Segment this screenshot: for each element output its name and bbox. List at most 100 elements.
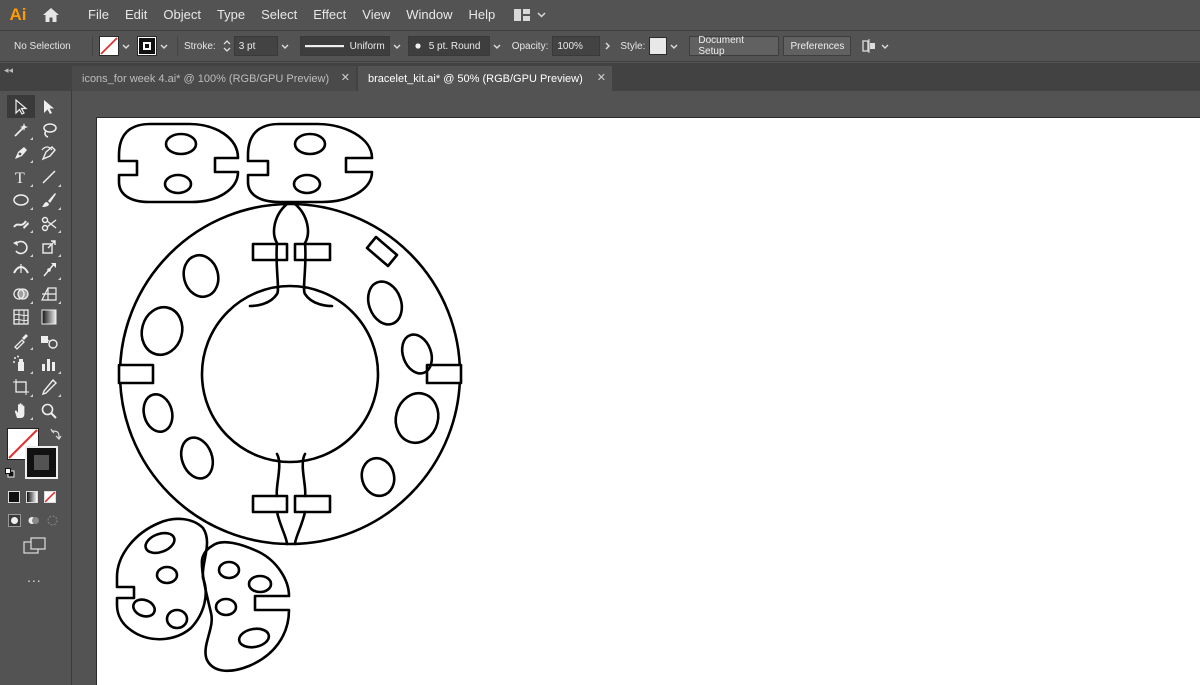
arrange-panel-button[interactable] xyxy=(861,38,889,54)
magic-wand-tool-button[interactable] xyxy=(7,118,35,141)
width-tool-button[interactable] xyxy=(7,259,35,282)
style-dropdown[interactable] xyxy=(667,36,681,56)
chevron-down-icon xyxy=(670,44,678,49)
gradient-tool-button[interactable] xyxy=(35,306,63,329)
mesh-tool-button[interactable] xyxy=(7,306,35,329)
bracelet-artwork[interactable] xyxy=(97,118,517,685)
menu-select[interactable]: Select xyxy=(253,0,305,29)
close-icon[interactable]: ✕ xyxy=(341,71,350,84)
menu-object[interactable]: Object xyxy=(155,0,209,29)
direct-selection-tool-button[interactable] xyxy=(35,95,63,118)
blend-tool-button[interactable] xyxy=(35,329,63,352)
stroke-swatch-black[interactable] xyxy=(25,446,58,479)
preferences-button[interactable]: Preferences xyxy=(783,36,852,56)
chevron-down-icon xyxy=(281,44,289,49)
scale-icon xyxy=(42,240,56,254)
bracelet-ring[interactable] xyxy=(117,202,463,546)
puppet-warp-tool-button[interactable] xyxy=(35,259,63,282)
bead-piece-top-left[interactable] xyxy=(117,122,240,204)
menu-effect[interactable]: Effect xyxy=(305,0,354,29)
ellipse-tool-button[interactable] xyxy=(7,189,35,212)
rotate-tool-button[interactable] xyxy=(7,235,35,258)
rotate-icon xyxy=(13,240,28,255)
artboard-icon xyxy=(13,379,29,396)
menu-window[interactable]: Window xyxy=(398,0,460,29)
stroke-dropdown[interactable] xyxy=(157,36,171,56)
tab-icons-for-week-4[interactable]: icons_for week 4.ai* @ 100% (RGB/GPU Pre… xyxy=(72,66,356,91)
edit-toolbar-button[interactable]: ... xyxy=(27,569,42,585)
menu-help[interactable]: Help xyxy=(460,0,503,29)
hand-tool-button[interactable] xyxy=(7,399,35,422)
fill-swatch[interactable] xyxy=(99,36,119,56)
opacity-expand[interactable] xyxy=(600,36,614,56)
width-icon xyxy=(13,264,29,274)
default-fill-stroke-icon[interactable] xyxy=(5,468,15,478)
selection-tool-button[interactable] xyxy=(7,95,35,119)
stroke-swatch[interactable] xyxy=(137,36,157,56)
gradient-button[interactable] xyxy=(26,491,38,503)
stroke-weight-stepper[interactable] xyxy=(220,36,234,56)
hand-icon xyxy=(14,403,25,418)
arrange-documents-button[interactable] xyxy=(513,8,546,22)
variable-width-profile[interactable]: Uniform xyxy=(299,36,390,56)
fill-stroke-widget xyxy=(5,428,63,484)
magic-wand-icon xyxy=(14,123,28,137)
fill-dropdown[interactable] xyxy=(119,36,133,56)
curvature-tool-button[interactable] xyxy=(35,142,63,165)
brush-dropdown[interactable] xyxy=(490,36,504,56)
opacity-field[interactable]: 100% xyxy=(552,36,601,56)
artboard[interactable] xyxy=(97,118,1200,685)
canvas-area[interactable] xyxy=(72,91,1200,685)
scissors-tool-button[interactable] xyxy=(35,212,63,235)
paintbrush-tool-button[interactable] xyxy=(35,189,63,212)
graphic-style-swatch[interactable] xyxy=(649,37,668,55)
shape-builder-tool-button[interactable] xyxy=(7,282,35,305)
color-button[interactable] xyxy=(8,491,20,503)
draw-normal-icon[interactable] xyxy=(8,514,21,527)
artboard-tool-button[interactable] xyxy=(7,376,35,399)
menu-file[interactable]: File xyxy=(80,0,117,29)
draw-inside-icon[interactable] xyxy=(46,514,59,527)
slice-tool-button[interactable] xyxy=(35,376,63,399)
menu-items: File Edit Object Type Select Effect View… xyxy=(80,0,503,29)
eyedropper-tool-button[interactable] xyxy=(7,329,35,352)
menu-edit[interactable]: Edit xyxy=(117,0,155,29)
zoom-tool-button[interactable] xyxy=(35,399,63,422)
line-segment-icon xyxy=(42,170,56,184)
stroke-weight-field[interactable]: 3 pt xyxy=(233,36,278,56)
blend-icon xyxy=(41,335,58,349)
screen-mode-icon[interactable] xyxy=(23,537,47,555)
stroke-weight-dropdown[interactable] xyxy=(278,36,292,56)
menu-view[interactable]: View xyxy=(354,0,398,29)
symbol-sprayer-tool-button[interactable] xyxy=(7,352,35,375)
document-setup-button[interactable]: Document Setup xyxy=(689,35,780,57)
line-segment-tool-button[interactable] xyxy=(35,165,63,188)
shaper-tool-button[interactable] xyxy=(7,212,35,235)
home-button[interactable] xyxy=(36,0,66,29)
stroke-weight-value: 3 pt xyxy=(238,40,256,52)
draw-behind-icon[interactable] xyxy=(27,514,40,527)
none-button[interactable] xyxy=(44,491,56,503)
more-tools-label: ... xyxy=(27,569,42,585)
scale-tool-button[interactable] xyxy=(35,235,63,258)
type-tool-button[interactable]: T xyxy=(7,165,35,188)
lasso-tool-button[interactable] xyxy=(35,118,63,141)
style-label: Style: xyxy=(620,40,646,52)
swap-fill-stroke-icon[interactable] xyxy=(50,428,62,440)
chevron-down-icon xyxy=(881,44,889,49)
bead-piece-bottom-right[interactable] xyxy=(200,540,291,673)
pen-tool-button[interactable] xyxy=(7,142,35,165)
tab-bracelet-kit[interactable]: bracelet_kit.ai* @ 50% (RGB/GPU Preview)… xyxy=(358,66,612,91)
perspective-grid-tool-button[interactable] xyxy=(35,282,63,305)
chevron-down-icon xyxy=(160,44,168,49)
bead-piece-top-right[interactable] xyxy=(246,122,374,204)
profile-dropdown[interactable] xyxy=(390,36,404,56)
stroke-swatch-icon xyxy=(139,38,155,54)
collapse-panels-icon[interactable]: ◂◂ xyxy=(4,65,13,76)
close-icon[interactable]: ✕ xyxy=(597,71,606,84)
bead-piece-bottom-left[interactable] xyxy=(115,517,209,641)
menu-type[interactable]: Type xyxy=(209,0,253,29)
eyedropper-icon xyxy=(14,333,28,350)
brush-definition[interactable]: 5 pt. Round xyxy=(407,36,490,56)
column-graph-tool-button[interactable] xyxy=(35,352,63,375)
